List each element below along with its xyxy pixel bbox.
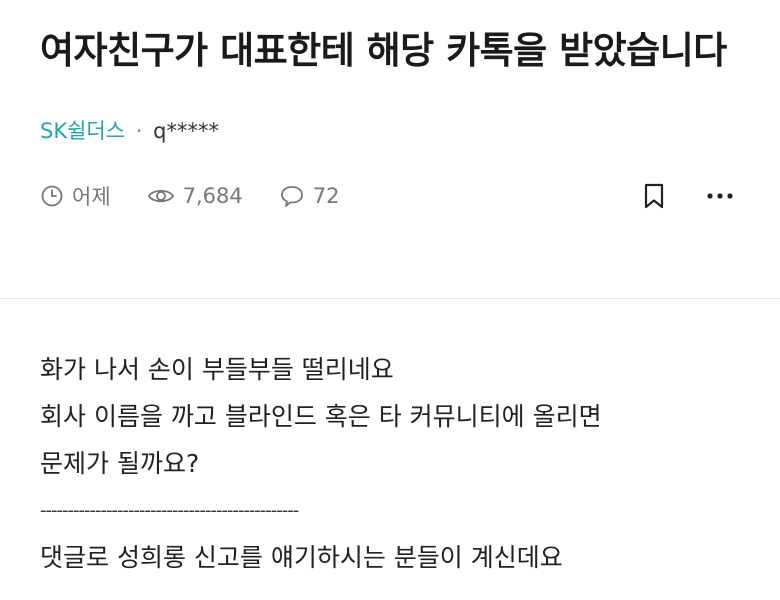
time-text: 어제	[72, 185, 111, 209]
body-line: 댓글로 성희롱 신고를 얘기하시는 분들이 계신데요	[40, 543, 563, 572]
post-body: 화가 나서 손이 부들부들 떨리네요 회사 이름을 까고 블라인드 혹은 타 커…	[40, 346, 740, 581]
bookmark-button[interactable]	[640, 182, 668, 210]
eye-icon	[147, 189, 174, 203]
bookmark-icon	[644, 183, 664, 209]
more-dots-icon	[707, 193, 733, 199]
post-title: 여자친구가 대표한테 해당 카톡을 받았습니다	[40, 29, 727, 72]
comment-count[interactable]: 72	[279, 184, 340, 208]
meta-row: 어제 7,684 72	[40, 178, 740, 214]
author-line: SK쉴더스 · q*****	[40, 116, 740, 146]
body-line: 화가 나서 손이 부들부들 떨리네요	[40, 355, 394, 384]
comments-text: 72	[312, 184, 340, 208]
speech-bubble-icon	[280, 186, 303, 207]
company-link[interactable]: SK쉴더스	[40, 119, 125, 143]
view-count: 7,684	[147, 184, 243, 208]
body-line: 회사 이름을 까고 블라인드 혹은 타 커뮤니티에 올리면	[40, 402, 602, 431]
post-page: 여자친구가 대표한테 해당 카톡을 받았습니다 SK쉴더스 · q***** 어…	[0, 0, 780, 600]
divider	[0, 298, 780, 299]
views-text: 7,684	[182, 184, 243, 208]
more-button[interactable]	[704, 182, 736, 210]
post-time: 어제	[40, 181, 111, 211]
dash-separator: ----------------------------------------…	[40, 500, 299, 521]
separator: ·	[135, 119, 143, 143]
post-header: 여자친구가 대표한테 해당 카톡을 받았습니다 SK쉴더스 · q***** 어…	[0, 0, 780, 214]
body-line: 문제가 될까요?	[40, 449, 200, 478]
clock-icon	[41, 185, 63, 207]
author-name: q*****	[153, 119, 219, 143]
